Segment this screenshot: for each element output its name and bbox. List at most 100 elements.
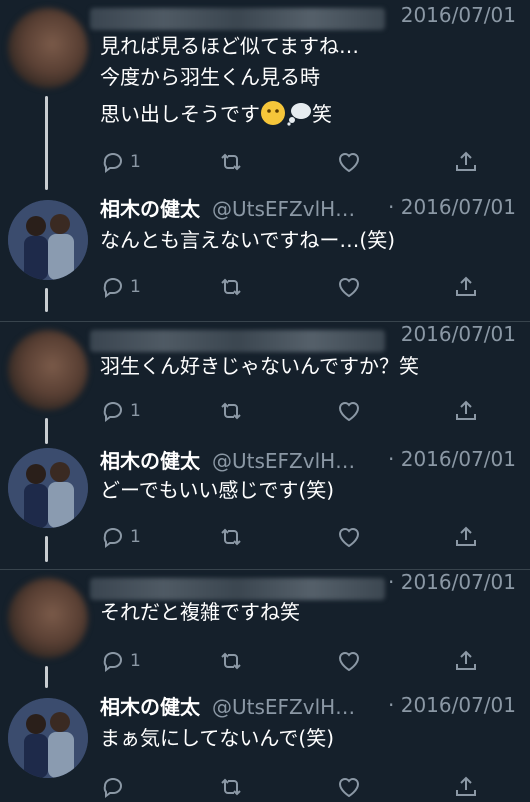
tweet-actions: 1	[100, 522, 490, 552]
share-button[interactable]	[453, 772, 479, 802]
reply-icon	[103, 402, 122, 422]
user-handle[interactable]: @UtsEFZvlH…	[212, 690, 355, 724]
tweet-date: · 2016/07/01	[388, 447, 516, 471]
heart-icon	[338, 402, 360, 422]
retweet-icon	[221, 402, 241, 420]
tweet-date: · 2016/07/01	[388, 195, 516, 219]
like-button[interactable]	[336, 147, 362, 177]
share-button[interactable]	[453, 396, 479, 426]
retweet-icon	[221, 278, 241, 296]
tweet-date: 2016/07/01	[400, 3, 516, 27]
thread-line	[45, 418, 48, 444]
reply-icon	[103, 528, 122, 548]
tweet-actions: 1	[100, 272, 490, 302]
share-icon	[456, 400, 476, 420]
tweet-actions: 1	[100, 147, 490, 177]
tweet-text-line: 見れば見るほど似てますね…	[100, 34, 359, 58]
share-button[interactable]	[453, 272, 479, 302]
display-name[interactable]: 相木の健太	[100, 444, 200, 478]
retweet-button[interactable]	[218, 396, 244, 426]
tweet-5[interactable]: · 2016/07/01 それだと複雑ですね笑 1	[0, 570, 530, 688]
share-button[interactable]	[453, 522, 479, 552]
tweet-text-line: まぁ気にしてないんで(笑)	[100, 726, 335, 750]
tweet-text-line-emoji: 思い出しそうです 笑	[100, 98, 332, 130]
like-button[interactable]	[336, 272, 362, 302]
retweet-icon	[221, 778, 241, 796]
retweet-button[interactable]	[218, 646, 244, 676]
share-icon	[456, 151, 476, 171]
thread-line	[45, 96, 48, 190]
display-name[interactable]: 相木の健太	[100, 690, 200, 724]
user-handle[interactable]: @UtsEFZvlH…	[212, 192, 355, 226]
tweet-text-line: どーでもいい感じです(笑)	[100, 478, 335, 502]
avatar[interactable]	[8, 448, 88, 528]
tweet-actions	[100, 772, 490, 802]
share-icon	[456, 526, 476, 546]
share-button[interactable]	[453, 147, 479, 177]
share-button[interactable]	[453, 646, 479, 676]
no-mouth-emoji-icon	[261, 101, 285, 125]
share-icon	[456, 650, 476, 670]
tweet-text-line: それだと複雑ですね笑	[100, 600, 300, 624]
heart-icon	[338, 652, 360, 672]
reply-button[interactable]: 1	[100, 522, 141, 552]
tweet-6[interactable]: 相木の健太 @UtsEFZvlH… · 2016/07/01 まぁ気にしてないん…	[0, 688, 530, 798]
retweet-button[interactable]	[218, 772, 244, 802]
like-button[interactable]	[336, 646, 362, 676]
profile-photo-icon	[8, 200, 88, 280]
thread-line	[45, 536, 48, 562]
retweet-button[interactable]	[218, 272, 244, 302]
retweet-button[interactable]	[218, 147, 244, 177]
display-name[interactable]: 相木の健太	[100, 192, 200, 226]
tweet-text-suffix: 笑	[312, 102, 332, 126]
tweet-3[interactable]: 2016/07/01 羽生くん好きじゃないんですか？笑 1	[0, 322, 530, 444]
heart-icon	[338, 278, 360, 298]
reply-count: 1	[130, 651, 141, 671]
avatar[interactable]	[8, 330, 88, 410]
avatar[interactable]	[8, 8, 88, 88]
user-handle[interactable]: @UtsEFZvlH…	[212, 444, 355, 478]
reply-button[interactable]: 1	[100, 396, 141, 426]
like-button[interactable]	[336, 522, 362, 552]
reply-icon	[103, 153, 122, 173]
reply-icon	[103, 278, 122, 298]
reply-button[interactable]	[100, 772, 126, 802]
heart-icon	[338, 778, 360, 798]
tweet-actions: 1	[100, 396, 490, 426]
tweet-4[interactable]: 相木の健太 @UtsEFZvlH… · 2016/07/01 どーでもいい感じで…	[0, 444, 530, 568]
thought-balloon-emoji-icon	[287, 103, 311, 126]
like-button[interactable]	[336, 396, 362, 426]
retweet-icon	[221, 153, 241, 171]
like-button[interactable]	[336, 772, 362, 802]
retweet-icon	[221, 652, 241, 670]
retweet-icon	[221, 528, 241, 546]
profile-photo-icon	[8, 448, 88, 528]
tweet-1[interactable]: 2016/07/01 見れば見るほど似てますね… 今度から羽生くん見る時 思い出…	[0, 0, 530, 190]
retweet-button[interactable]	[218, 522, 244, 552]
avatar[interactable]	[8, 698, 88, 778]
reply-count: 1	[130, 401, 141, 421]
tweet-text: 思い出しそうです	[100, 102, 260, 126]
blurred-username	[90, 330, 385, 352]
tweet-actions: 1	[100, 646, 490, 676]
share-icon	[456, 776, 476, 796]
tweet-text-line: 羽生くん好きじゃないんですか？笑	[100, 354, 419, 378]
reply-icon	[103, 652, 122, 672]
reply-count: 1	[130, 277, 141, 297]
heart-icon	[338, 528, 360, 548]
reply-count: 1	[130, 527, 141, 547]
reply-button[interactable]: 1	[100, 646, 141, 676]
reply-count: 1	[130, 152, 141, 172]
reply-button[interactable]: 1	[100, 272, 141, 302]
tweet-text-line: 今度から羽生くん見る時	[100, 65, 320, 89]
reply-button[interactable]: 1	[100, 147, 141, 177]
avatar[interactable]	[8, 578, 88, 658]
thread-line	[45, 288, 48, 312]
tweet-date: 2016/07/01	[400, 322, 516, 346]
tweet-2[interactable]: 相木の健太 @UtsEFZvlH… · 2016/07/01 なんとも言えないで…	[0, 190, 530, 320]
tweet-date: · 2016/07/01	[388, 570, 516, 594]
tweet-date: · 2016/07/01	[388, 693, 516, 717]
blurred-username	[90, 8, 385, 30]
thread-line	[45, 666, 48, 688]
avatar[interactable]	[8, 200, 88, 280]
